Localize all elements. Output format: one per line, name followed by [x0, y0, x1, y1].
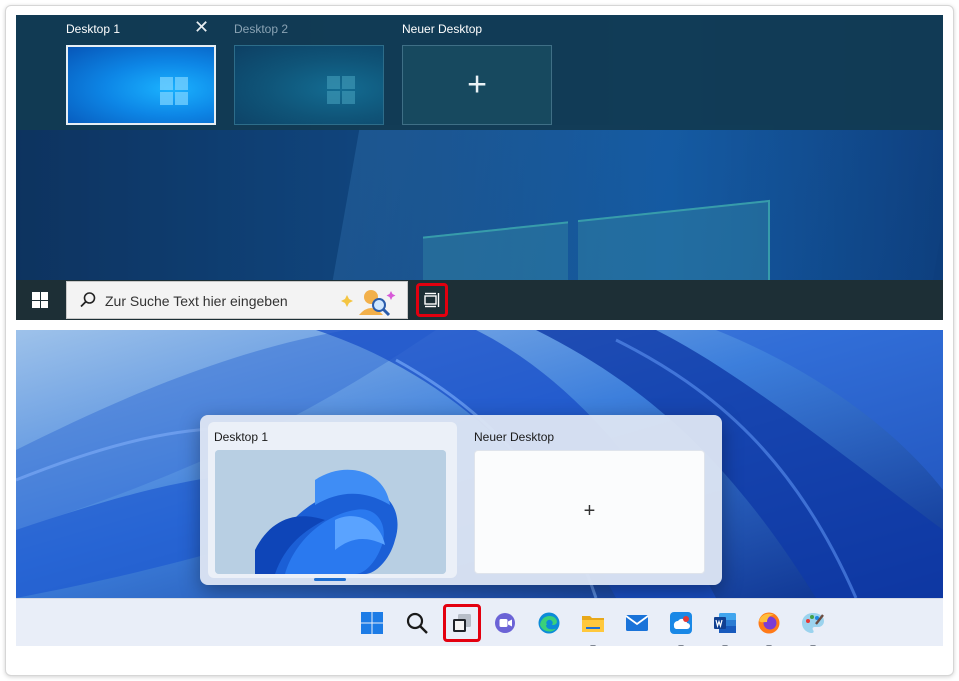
task-view-button[interactable] — [443, 604, 481, 642]
onedrive-app-button[interactable] — [665, 607, 697, 646]
windows-logo-icon — [32, 292, 48, 308]
edge-icon — [538, 612, 560, 634]
new-desktop-button[interactable]: + — [402, 45, 552, 125]
task-view-overlay — [16, 130, 943, 280]
windows-logo-icon — [160, 77, 188, 105]
windows10-screen: Desktop 1 ✕ Desktop 2 Neuer Desktop + Zu… — [16, 15, 943, 320]
desktop-2-label: Desktop 2 — [234, 22, 289, 36]
plus-icon: + — [583, 500, 596, 522]
file-explorer-icon — [582, 616, 604, 632]
desktop-1-item[interactable]: Desktop 1 ✕ — [66, 15, 218, 130]
search-box[interactable]: Zur Suche Text hier eingeben — [66, 281, 408, 319]
plus-icon: + — [467, 65, 487, 104]
mail-icon — [625, 615, 649, 631]
running-indicator — [766, 645, 772, 646]
task-view-icon — [453, 614, 471, 632]
teams-chat-icon — [495, 613, 515, 633]
start-button[interactable] — [16, 280, 64, 320]
desktop-1-label: Desktop 1 — [214, 430, 269, 444]
edge-button[interactable] — [533, 607, 565, 639]
search-icon — [80, 292, 96, 308]
windows11-taskbar — [16, 598, 943, 646]
new-desktop-item[interactable]: Neuer Desktop + — [402, 15, 552, 130]
new-desktop-button[interactable]: + — [474, 450, 705, 574]
start-icon — [361, 612, 383, 634]
running-indicator — [678, 645, 684, 646]
search-button[interactable] — [401, 607, 433, 639]
task-view-icon — [424, 292, 440, 308]
running-indicator — [722, 645, 728, 646]
desktop-2-item[interactable]: Desktop 2 — [234, 15, 384, 130]
desktop-1-thumbnail[interactable] — [66, 45, 216, 125]
file-explorer-button[interactable] — [577, 607, 609, 646]
windows-logo-icon — [327, 76, 355, 104]
desktop-1-label: Desktop 1 — [66, 22, 121, 36]
desktop-2-thumbnail[interactable] — [234, 45, 384, 125]
word-button[interactable] — [709, 607, 741, 646]
windows10-taskbar: Zur Suche Text hier eingeben — [16, 280, 943, 320]
firefox-button[interactable] — [753, 607, 785, 646]
active-desktop-indicator — [314, 578, 346, 581]
onedrive-app-icon — [670, 612, 692, 634]
running-indicator — [590, 645, 596, 646]
search-placeholder: Zur Suche Text hier eingeben — [105, 293, 288, 309]
paint-icon — [802, 613, 824, 633]
task-view-button[interactable] — [416, 283, 448, 317]
search-highlight-icon — [341, 290, 396, 317]
running-indicator — [810, 645, 816, 646]
close-desktop-icon[interactable]: ✕ — [194, 18, 209, 36]
teams-chat-button[interactable] — [489, 607, 521, 639]
new-desktop-label: Neuer Desktop — [402, 22, 483, 36]
new-desktop-label: Neuer Desktop — [474, 430, 555, 444]
desktop-1-thumbnail[interactable] — [215, 450, 446, 574]
bloom-wallpaper-thumbnail — [215, 450, 446, 574]
paint-button[interactable] — [797, 607, 829, 646]
windows11-screen: Desktop 1 Neuer Desktop + — [16, 330, 943, 646]
firefox-icon — [758, 612, 780, 634]
task-view-flyout: Desktop 1 Neuer Desktop + — [200, 415, 722, 585]
mail-button[interactable] — [621, 607, 653, 639]
search-icon — [406, 612, 428, 634]
virtual-desktop-bar: Desktop 1 ✕ Desktop 2 Neuer Desktop + — [16, 15, 943, 130]
start-button[interactable] — [356, 607, 388, 639]
word-icon — [714, 613, 736, 633]
